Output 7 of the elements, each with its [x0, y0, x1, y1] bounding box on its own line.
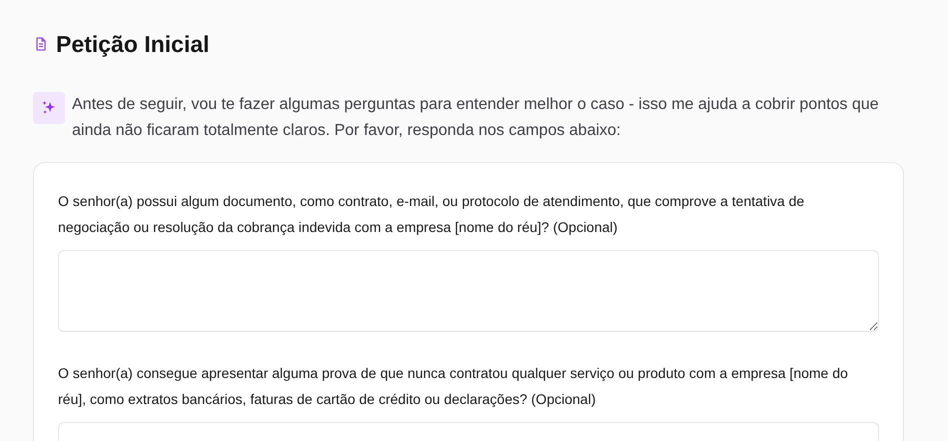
- page-title: Petição Inicial: [56, 30, 210, 59]
- answer-field[interactable]: [58, 250, 879, 332]
- question-label: O senhor(a) consegue apresentar alguma prova de que nunca contratou qualquer serviço ou produto com a empresa [nome do réu], como extratos bancários, faturas de cartão de crédito ou declarações? (Opcional): [58, 364, 849, 409]
- sparkle-icon: [33, 92, 65, 124]
- document-icon: [35, 37, 47, 51]
- intro-text: Antes de seguir, vou te fazer algumas perguntas para entender melhor o caso - isso me ajuda a cobrir pontos que ainda não ficaram totalmente claros. Por favor, responda nos campos abaixo:: [72, 95, 880, 141]
- question-label: O senhor(a) possui algum documento, como contrato, e-mail, ou protocolo de atendimento, que comprove a tentativa de negociação ou resolução da cobrança indevida com a empresa [nome do réu]? (Opcional): [58, 192, 806, 237]
